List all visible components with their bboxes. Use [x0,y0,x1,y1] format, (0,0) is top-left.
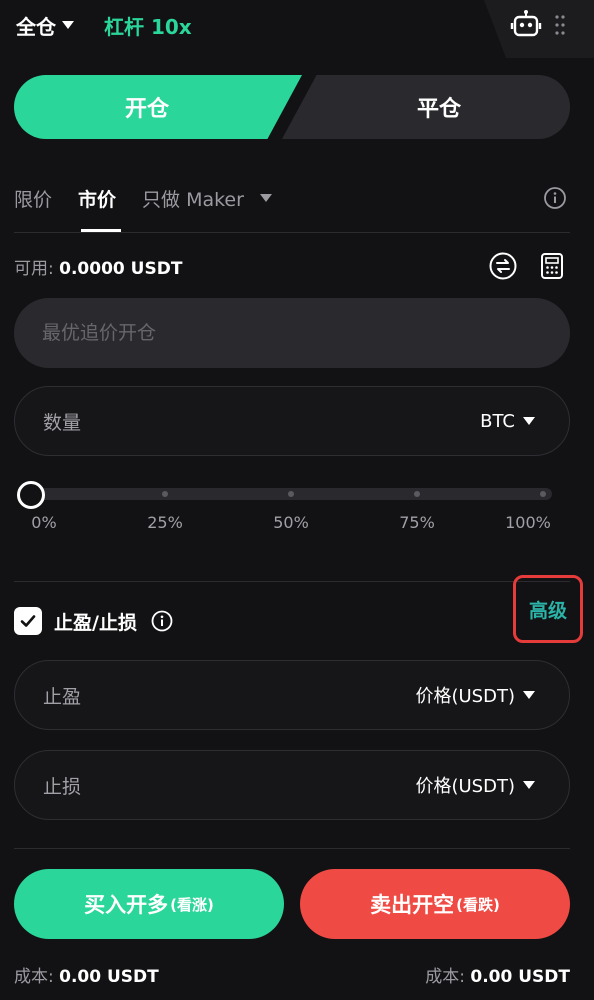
calculator-icon[interactable] [540,252,564,280]
order-type-limit[interactable]: 限价 [14,185,52,212]
price-input[interactable] [42,322,570,344]
cost-label: 成本: [425,967,465,987]
caret-down-icon [523,417,535,425]
sell-short-label: 卖出开空 [370,893,455,917]
tab-close-position[interactable]: 平仓 [282,75,570,139]
slider-tick-label: 75% [399,513,435,532]
cost-label: 成本: [14,967,54,987]
sell-cost-value: 0.00 USDT [470,967,570,987]
caret-down-icon [523,781,535,789]
leverage-button[interactable]: 杠杆 10x [104,11,192,40]
slider-step-100[interactable] [540,491,546,497]
tpsl-checkbox[interactable] [14,607,42,635]
available-label: 可用: [14,259,54,279]
caret-down-icon [62,21,74,29]
margin-mode-selector[interactable]: 全仓 [16,11,74,40]
header-left: 全仓 杠杆 10x [16,10,192,40]
slider-thumb[interactable] [17,481,45,509]
buy-cost-value: 0.00 USDT [59,967,159,987]
divider [14,232,570,233]
margin-mode-label: 全仓 [16,14,56,39]
transfer-icon[interactable] [489,252,517,280]
info-icon[interactable] [543,186,567,210]
order-type-market[interactable]: 市价 [78,185,116,212]
advanced-label: 高级 [528,599,567,622]
stop-loss-field[interactable]: 止损 价格(USDT) [14,750,570,820]
buy-cost: 成本: 0.00 USDT [14,962,159,987]
sell-cost: 成本: 0.00 USDT [425,962,570,987]
info-icon[interactable] [151,610,173,632]
slider-step-50[interactable] [288,491,294,497]
order-type-tabs: 限价 市价 只做 Maker [14,178,272,218]
caret-down-icon [259,194,272,202]
tpsl-label: 止盈/止损 [54,612,137,634]
available-value: 0.0000 USDT [59,259,183,279]
advanced-button[interactable]: 高级 [513,575,583,643]
caret-down-icon [523,691,535,699]
buy-long-button[interactable]: 买入开多 (看涨) [14,869,284,939]
robot-icon[interactable] [510,9,542,41]
take-profit-unit-selector[interactable]: 价格(USDT) [415,682,535,708]
quantity-unit-selector[interactable]: BTC [480,411,535,432]
stop-loss-unit-selector[interactable]: 价格(USDT) [415,772,535,798]
available-balance: 可用: 0.0000 USDT [14,254,182,279]
quantity-label: 数量 [43,411,82,434]
tab-open-position[interactable]: 开仓 [14,75,302,139]
quantity-field[interactable]: 数量 BTC [14,386,570,456]
quantity-unit-label: BTC [480,410,515,432]
buy-long-label: 买入开多 [84,893,169,917]
buy-long-sublabel: (看涨) [170,895,214,914]
divider [14,848,570,849]
take-profit-unit-label: 价格(USDT) [415,686,515,707]
take-profit-field[interactable]: 止盈 价格(USDT) [14,660,570,730]
slider-tick-label: 25% [147,513,183,532]
slider-step-75[interactable] [414,491,420,497]
stop-loss-unit-label: 价格(USDT) [415,776,515,797]
slider-tick-label: 100% [505,513,551,532]
divider [14,581,570,582]
checkmark-icon [20,615,36,627]
slider-tick-label: 0% [31,513,57,532]
stop-loss-label: 止损 [43,775,82,798]
slider-step-25[interactable] [162,491,168,497]
sell-short-button[interactable]: 卖出开空 (看跌) [300,869,570,939]
price-input-box [14,298,570,368]
drag-handle-icon[interactable] [554,14,566,36]
order-type-maker-label: 只做 Maker [142,188,244,211]
order-type-maker-only[interactable]: 只做 Maker [142,185,272,212]
sell-short-sublabel: (看跌) [456,895,500,914]
take-profit-label: 止盈 [43,685,82,708]
slider-tick-label: 50% [273,513,309,532]
